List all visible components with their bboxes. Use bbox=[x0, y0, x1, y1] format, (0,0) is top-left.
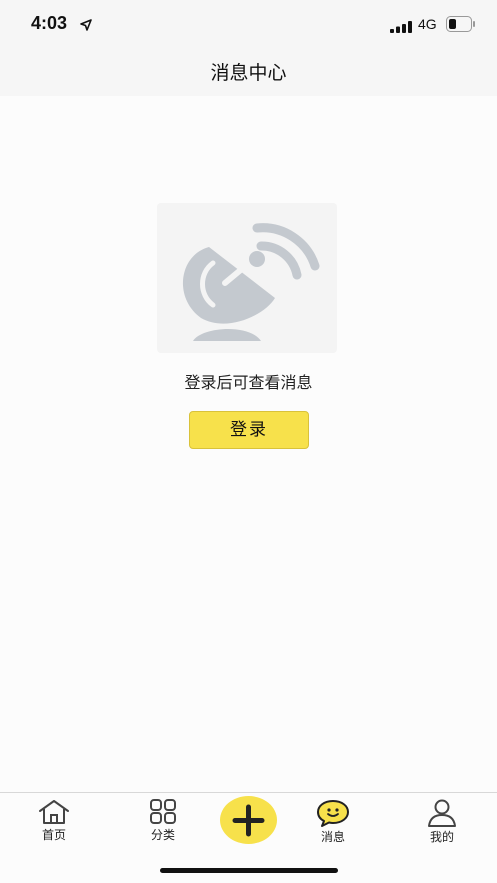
tab-category[interactable]: 分类 bbox=[133, 799, 193, 843]
page-title: 消息中心 bbox=[210, 62, 287, 84]
network-label: 4G bbox=[418, 16, 437, 32]
tab-messages-label: 消息 bbox=[320, 830, 345, 844]
add-button[interactable] bbox=[220, 796, 277, 844]
tab-home-label: 首页 bbox=[41, 828, 66, 842]
login-button[interactable]: 登录 bbox=[189, 411, 309, 449]
location-arrow-icon bbox=[80, 16, 92, 35]
home-icon bbox=[24, 799, 84, 825]
smiley-chat-icon bbox=[303, 799, 363, 827]
user-icon bbox=[412, 799, 472, 827]
tab-messages[interactable]: 消息 bbox=[303, 799, 363, 845]
home-indicator[interactable] bbox=[160, 868, 338, 873]
tab-mine[interactable]: 我的 bbox=[412, 799, 472, 845]
tab-home[interactable]: 首页 bbox=[24, 799, 84, 843]
tab-category-label: 分类 bbox=[150, 828, 175, 842]
tab-mine-label: 我的 bbox=[429, 830, 454, 844]
battery-icon bbox=[446, 16, 476, 36]
satellite-dish-icon bbox=[157, 203, 337, 353]
signal-icon bbox=[390, 18, 412, 37]
empty-state-message: 登录后可查看消息 bbox=[184, 373, 313, 392]
grid-icon bbox=[133, 799, 193, 825]
status-bar: 4:03 4G bbox=[0, 0, 497, 48]
nav-bar: 消息中心 bbox=[0, 48, 497, 96]
status-time: 4:03 bbox=[31, 13, 68, 33]
